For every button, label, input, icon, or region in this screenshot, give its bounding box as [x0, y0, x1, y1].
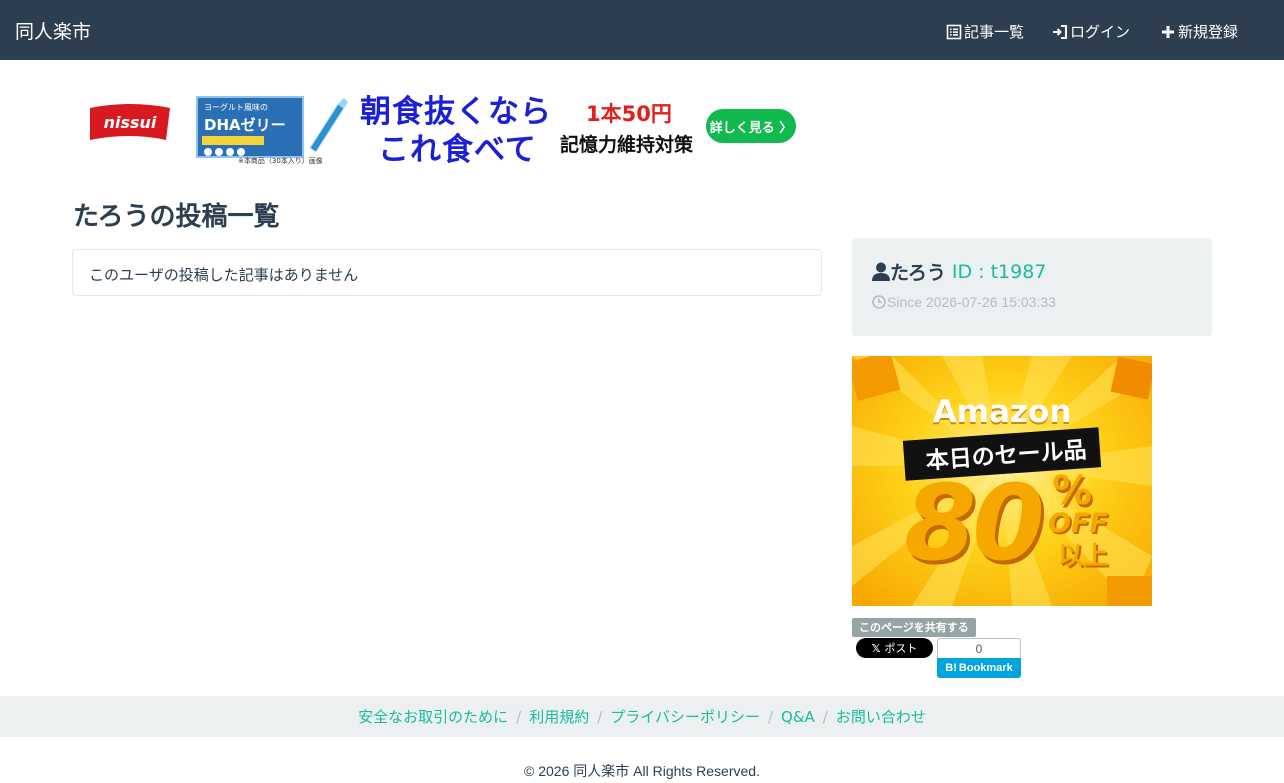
nav-articles-label: 記事一覧 [964, 23, 1025, 41]
list-alt-icon [946, 24, 962, 39]
amazon-ad-suffix: 以上 [1058, 541, 1109, 570]
profile-since: Since 2026-07-26 15:03:33 [887, 294, 1056, 310]
product-tag: ヨーグルト風味の [204, 103, 268, 112]
profile-name: たろう [890, 262, 946, 284]
footer-separator: / [516, 707, 522, 726]
ad-headline-2: これ食べて [378, 132, 537, 168]
log-in-icon [1053, 24, 1067, 39]
product-package: ヨーグルト風味の DHAゼリー [196, 96, 304, 158]
product-label: DHAゼリー [204, 116, 286, 134]
nav-login-label: ログイン [1070, 23, 1131, 41]
clock-icon [872, 295, 886, 309]
product-note: ※本商品（30本入り）画像 [238, 157, 323, 165]
profile-card: たろう ID : t1987 Since 2026-07-26 15:03:33 [852, 238, 1212, 336]
footer-separator: / [822, 707, 828, 726]
amazon-ad-off: OFF [1048, 508, 1108, 539]
footer-link-contact[interactable]: お問い合わせ [836, 706, 926, 727]
amazon-ad-title: Amazon [932, 394, 1072, 430]
footer-link-qa[interactable]: Q&A [781, 708, 815, 726]
user-icon [872, 262, 890, 281]
x-logo-icon: 𝕏 [871, 641, 881, 655]
hatena-bookmark-button[interactable]: B! Bookmark [937, 658, 1021, 678]
profile-since-row: Since 2026-07-26 15:03:33 [872, 294, 1056, 310]
amazon-ad-number: 80 [904, 462, 1045, 584]
brand-logo[interactable]: 同人楽市 [15, 17, 91, 44]
x-post-button[interactable]: 𝕏 ポスト [856, 638, 933, 658]
ad-price: 1本50円 [586, 102, 672, 126]
footer-link-terms[interactable]: 利用規約 [529, 706, 589, 727]
profile-name-row: たろう ID : t1987 [872, 258, 1046, 285]
navbar: 同人楽市 記事一覧 ログイン 新規登録 [0, 0, 1284, 60]
page-title: たろうの投稿一覧 [73, 202, 280, 232]
ad-details-button[interactable]: 詳しく見る 〉 [706, 109, 796, 143]
jelly-stick-image [309, 98, 348, 152]
footer-separator: / [767, 707, 774, 726]
nav-login-link[interactable]: ログイン [1052, 21, 1130, 42]
footer-link-safe-trade[interactable]: 安全なお取引のために [358, 706, 508, 727]
hatena-bookmark-count: 0 [937, 638, 1021, 659]
posts-list-panel: このユーザの投稿した記事はありません [72, 249, 822, 296]
plus-icon [1162, 25, 1174, 38]
footer-links: 安全なお取引のために / 利用規約 / プライバシーポリシー / Q&A / お… [0, 696, 1284, 737]
share-label: このページを共有する [852, 618, 976, 637]
copyright: © 2026 同人楽市 All Rights Reserved. [524, 763, 760, 779]
ad-memory-text: 記憶力維持対策 [560, 134, 694, 156]
svg-text:nissui: nissui [104, 113, 157, 132]
nav-register-label: 新規登録 [1178, 23, 1239, 41]
nav-articles-link[interactable]: 記事一覧 [946, 21, 1024, 42]
hatena-b-icon: B! [945, 662, 957, 674]
banner-ad[interactable]: nissui ヨーグルト風味の DHAゼリー ※本商品（30本入り）画像 朝食抜… [78, 86, 798, 168]
product-badge [202, 136, 264, 145]
footer-link-privacy[interactable]: プライバシーポリシー [610, 706, 760, 727]
empty-message: このユーザの投稿した記事はありません [89, 266, 359, 284]
footer-separator: / [597, 707, 603, 726]
x-post-label: ポスト [884, 642, 918, 655]
product-dots [204, 148, 245, 156]
profile-id: ID : t1987 [951, 260, 1047, 283]
nissui-logo: nissui [90, 104, 170, 140]
hatena-bookmark-label: Bookmark [958, 662, 1013, 674]
amazon-sale-ad[interactable]: Amazon 本日のセール品 80 % OFF 以上 [852, 356, 1152, 606]
nav-register-link[interactable]: 新規登録 [1160, 21, 1238, 42]
